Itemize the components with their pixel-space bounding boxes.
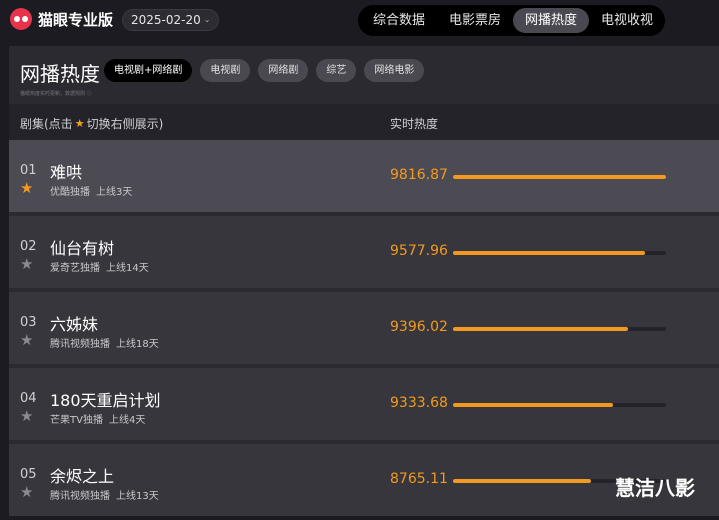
date-value: 2025-02-20 (131, 13, 201, 27)
rank-number: 02 (20, 239, 37, 254)
column-show-suffix: 切换右侧展示) (86, 117, 164, 131)
heat-bar-fill (453, 251, 645, 255)
app-title: 猫眼专业版 (38, 10, 114, 29)
page-title: 网播热度 (20, 62, 100, 86)
show-title: 六姊妹 (50, 315, 99, 334)
show-meta: 芒果TV独播 上线4天 (50, 411, 145, 426)
show-title: 难哄 (50, 163, 83, 182)
heat-value: 8765.11 (390, 471, 448, 487)
days-online: 上线14天 (106, 263, 149, 274)
filter-variety[interactable]: 综艺 (316, 59, 357, 82)
list-item[interactable]: 05 ★ 余烬之上 腾讯视频独播 上线13天 8765.11 (9, 444, 719, 516)
ranking-list: 01 ★ 难哄 优酷独播 上线3天 9816.87 02 ★ 仙台有树 爱奇艺独播… (9, 140, 719, 520)
column-show: 剧集(点击 ★ 切换右侧展示) (20, 115, 163, 132)
tab-box-office[interactable]: 电影票房 (437, 8, 513, 33)
rank-number: 03 (20, 315, 37, 330)
heat-bar-fill (453, 403, 613, 407)
show-title: 余烬之上 (50, 467, 115, 486)
filter-tv-series[interactable]: 电视剧 (200, 59, 251, 82)
heat-bar-fill (453, 479, 592, 483)
panel-header: 网播热度 电视剧+网络剧 电视剧 网络剧 综艺 网络电影 猫眼热度实时更新，数据… (9, 46, 719, 104)
watermark-text: 慧洁八影 (615, 476, 695, 500)
list-item[interactable]: 03 ★ 六姊妹 腾讯视频独播 上线18天 9396.02 (9, 292, 719, 364)
list-item[interactable]: 01 ★ 难哄 优酷独播 上线3天 9816.87 (9, 140, 719, 212)
column-show-prefix: 剧集(点击 (20, 117, 73, 131)
main-nav: 综合数据 电影票房 网播热度 电视收视 (358, 5, 665, 36)
heat-value: 9816.87 (390, 167, 448, 183)
filter-web-series[interactable]: 网络剧 (258, 59, 309, 82)
tab-overview[interactable]: 综合数据 (361, 8, 437, 33)
star-icon[interactable]: ★ (20, 332, 33, 348)
show-meta: 优酷独播 上线3天 (50, 183, 132, 198)
platform-label: 爱奇艺独播 (50, 263, 100, 274)
platform-label: 腾讯视频独播 (50, 491, 110, 502)
category-filters: 电视剧+网络剧 电视剧 网络剧 综艺 网络电影 (104, 59, 432, 82)
filter-tv-and-web-series[interactable]: 电视剧+网络剧 (104, 59, 193, 82)
app-logo[interactable]: 猫眼专业版 (10, 8, 113, 30)
rank-number: 01 (20, 163, 37, 178)
platform-label: 优酷独播 (50, 187, 90, 198)
show-title: 180天重启计划 (50, 391, 161, 410)
heat-bar-fill (453, 327, 628, 331)
days-online: 上线13天 (116, 491, 159, 502)
show-title: 仙台有树 (50, 239, 115, 258)
heat-bar (453, 175, 666, 179)
star-icon: ★ (74, 117, 85, 130)
rank-number: 05 (20, 467, 37, 482)
tab-tv-ratings[interactable]: 电视收视 (589, 8, 665, 33)
tab-web-heat[interactable]: 网播热度 (513, 8, 590, 33)
star-icon[interactable]: ★ (20, 484, 33, 500)
cat-eye-logo-icon (10, 8, 32, 30)
star-icon[interactable]: ★ (20, 408, 33, 424)
heat-bar (453, 327, 666, 331)
days-online: 上线18天 (116, 339, 159, 350)
filter-web-movie[interactable]: 网络电影 (364, 59, 425, 82)
show-meta: 爱奇艺独播 上线14天 (50, 259, 149, 274)
top-bar: 猫眼专业版 2025-02-20 ⌄ 综合数据 电影票房 网播热度 电视收视 (0, 0, 719, 40)
column-header: 剧集(点击 ★ 切换右侧展示) 实时热度 (9, 104, 719, 140)
heat-bar (453, 251, 666, 255)
date-selector[interactable]: 2025-02-20 ⌄ (122, 9, 220, 31)
column-heat: 实时热度 (390, 117, 439, 131)
heat-value: 9333.68 (390, 395, 448, 411)
star-icon[interactable]: ★ (20, 256, 33, 272)
days-online: 上线4天 (108, 415, 146, 426)
star-icon[interactable]: ★ (20, 180, 33, 196)
platform-label: 芒果TV独播 (50, 415, 103, 426)
chevron-down-icon: ⌄ (203, 15, 211, 24)
show-meta: 腾讯视频独播 上线18天 (50, 335, 159, 350)
platform-label: 腾讯视频独播 (50, 339, 110, 350)
days-online: 上线3天 (96, 187, 133, 198)
list-item[interactable]: 02 ★ 仙台有树 爱奇艺独播 上线14天 9577.96 (9, 216, 719, 288)
heat-value: 9396.02 (390, 319, 448, 335)
heat-panel: 网播热度 电视剧+网络剧 电视剧 网络剧 综艺 网络电影 猫眼热度实时更新，数据… (9, 46, 719, 516)
heat-value: 9577.96 (390, 243, 448, 259)
heat-bar (453, 403, 666, 407)
list-item[interactable]: 04 ★ 180天重启计划 芒果TV独播 上线4天 9333.68 (9, 368, 719, 440)
data-rule-note[interactable]: 猫眼热度实时更新，数据规则 ⓘ (20, 90, 92, 97)
show-meta: 腾讯视频独播 上线13天 (50, 487, 159, 502)
rank-number: 04 (20, 391, 37, 406)
heat-bar-fill (453, 175, 666, 179)
